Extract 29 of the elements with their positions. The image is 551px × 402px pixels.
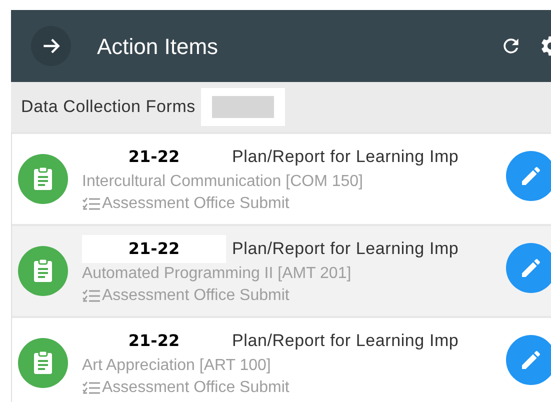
year-label: 21-22 (127, 330, 181, 352)
item-title: Plan/Report for Learning Imp (232, 238, 459, 260)
checklist-icon (82, 289, 102, 303)
edit-button[interactable] (506, 243, 551, 293)
arrow-right-icon[interactable] (31, 26, 71, 66)
workflow-step: Assessment Office Submit (102, 377, 290, 399)
year-label: 21-22 (127, 146, 181, 168)
item-title: Plan/Report for Learning Imp (232, 330, 459, 352)
pencil-icon (519, 164, 543, 188)
page-title: Action Items (97, 32, 218, 60)
year-label: 21-22 (82, 235, 226, 263)
pencil-icon (519, 348, 543, 372)
course-name: Art Appreciation [ART 100] (82, 356, 272, 376)
checklist-icon (82, 381, 102, 395)
workflow-step: Assessment Office Submit (102, 193, 290, 215)
pencil-icon (519, 256, 543, 280)
item-title: Plan/Report for Learning Imp (232, 146, 459, 168)
settings-icon[interactable] (539, 34, 551, 58)
section-title: Data Collection Forms (21, 96, 196, 118)
checklist-icon (82, 197, 102, 211)
clipboard-icon (18, 154, 68, 204)
edit-button[interactable] (506, 335, 551, 385)
course-name: Intercultural Communication [COM 150] (82, 172, 364, 192)
clipboard-icon (18, 246, 68, 296)
action-item-row[interactable]: 21-22 Plan/Report for Learning Imp Automated Programming II [AMT 201] Assessment Office Submit (12, 224, 551, 316)
course-name: Automated Programming II [AMT 201] (82, 264, 352, 284)
clipboard-icon (18, 338, 68, 388)
edit-button[interactable] (506, 151, 551, 201)
workflow-step: Assessment Office Submit (102, 285, 290, 307)
